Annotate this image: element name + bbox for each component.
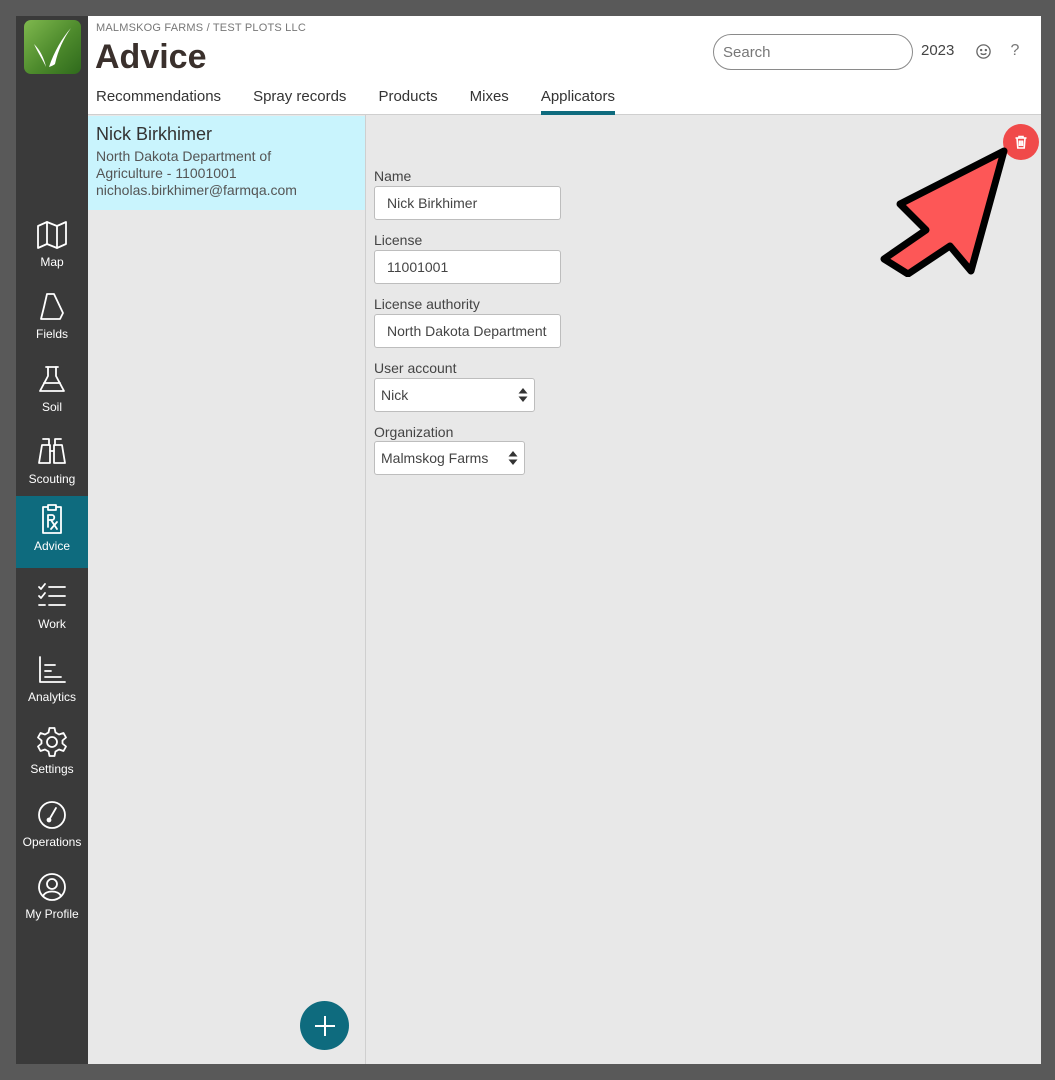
pointer-arrow-icon (880, 147, 1008, 277)
nav-label: Fields (35, 327, 68, 341)
search-input[interactable] (713, 34, 913, 70)
tab-spray-records[interactable]: Spray records (253, 88, 346, 115)
fields-icon (40, 293, 64, 320)
tab-bar: Recommendations Spray records Products M… (96, 88, 647, 115)
checklist-icon (38, 583, 66, 606)
nav-label: Settings (30, 762, 74, 776)
nav-label: Soil (41, 400, 62, 414)
nav-label: Analytics (27, 690, 77, 704)
organization-select[interactable]: Malmskog Farms (374, 441, 525, 475)
license-authority-field[interactable] (374, 314, 561, 348)
bar-chart-icon (39, 656, 66, 683)
feedback-button[interactable] (973, 41, 993, 61)
user-circle-icon (38, 873, 66, 901)
list-item[interactable]: Nick Birkhimer North Dakota Department o… (88, 116, 365, 210)
plus-icon (314, 1015, 335, 1036)
nav-label: Scouting (28, 472, 76, 486)
nav-fields[interactable]: Fields (16, 284, 88, 356)
nav-label: Advice (33, 539, 71, 553)
select-arrows-icon (508, 449, 518, 467)
nav-map[interactable]: Map (16, 212, 88, 284)
user-account-label: User account (374, 360, 457, 376)
name-field[interactable] (374, 186, 561, 220)
page-header: MALMSKOG FARMS / TEST PLOTS LLC Advice 2… (88, 16, 1041, 115)
map-icon (37, 221, 67, 249)
tab-mixes[interactable]: Mixes (470, 88, 509, 115)
applicator-name: Nick Birkhimer (96, 124, 213, 144)
tab-applicators[interactable]: Applicators (540, 88, 616, 115)
applicator-authority-line2: Agriculture - 11001001 (96, 165, 237, 181)
license-authority-label: License authority (374, 296, 480, 312)
user-account-select[interactable]: Nick (374, 378, 535, 412)
select-arrows-icon (518, 386, 528, 404)
nav-label: My Profile (25, 907, 79, 921)
applicator-email: nicholas.birkhimer@farmqa.com (96, 182, 297, 198)
nav-label: Map (40, 255, 64, 269)
gauge-icon (38, 801, 66, 829)
prescription-icon (42, 504, 62, 534)
license-field[interactable] (374, 250, 561, 284)
tab-products[interactable]: Products (378, 88, 437, 115)
nav-analytics[interactable]: Analytics (16, 647, 88, 719)
applicator-detail: Name License License authority User acco… (366, 115, 1041, 1064)
nav-advice[interactable]: Advice (16, 496, 88, 568)
nav-work[interactable]: Work (16, 574, 88, 646)
name-label: Name (374, 168, 412, 184)
applicator-authority-line1: North Dakota Department of (96, 148, 272, 164)
nav-soil[interactable]: Soil (16, 357, 88, 429)
smiley-icon (975, 43, 991, 59)
flask-icon (39, 366, 65, 392)
nav-operations[interactable]: Operations (16, 792, 88, 864)
organization-label: Organization (374, 424, 454, 440)
tab-recommendations[interactable]: Recommendations (96, 88, 221, 115)
app-logo[interactable] (24, 20, 81, 74)
gear-icon (37, 727, 67, 757)
applicator-list: Nick Birkhimer North Dakota Department o… (88, 115, 366, 1064)
page-title: Advice (95, 38, 207, 76)
nav-label: Work (38, 617, 66, 631)
add-applicator-button[interactable] (300, 1001, 349, 1050)
nav-my-profile[interactable]: My Profile (16, 864, 88, 936)
nav-settings[interactable]: Settings (16, 719, 88, 791)
nav-scouting[interactable]: Scouting (16, 429, 88, 501)
year-selector[interactable]: 2023 (921, 42, 954, 59)
binoculars-icon (38, 438, 66, 464)
nav-label: Operations (22, 835, 82, 849)
leaf-logo-icon (34, 28, 71, 67)
nav-rail: Map Fields Soil Scouting Advice Work Ana… (16, 16, 88, 1064)
app-window: Map Fields Soil Scouting Advice Work Ana… (16, 16, 1041, 1064)
breadcrumb[interactable]: MALMSKOG FARMS / TEST PLOTS LLC (96, 22, 306, 34)
user-account-value: Nick (381, 387, 409, 403)
help-button[interactable]: ? (1005, 41, 1025, 61)
organization-value: Malmskog Farms (381, 450, 489, 466)
license-label: License (374, 232, 423, 248)
